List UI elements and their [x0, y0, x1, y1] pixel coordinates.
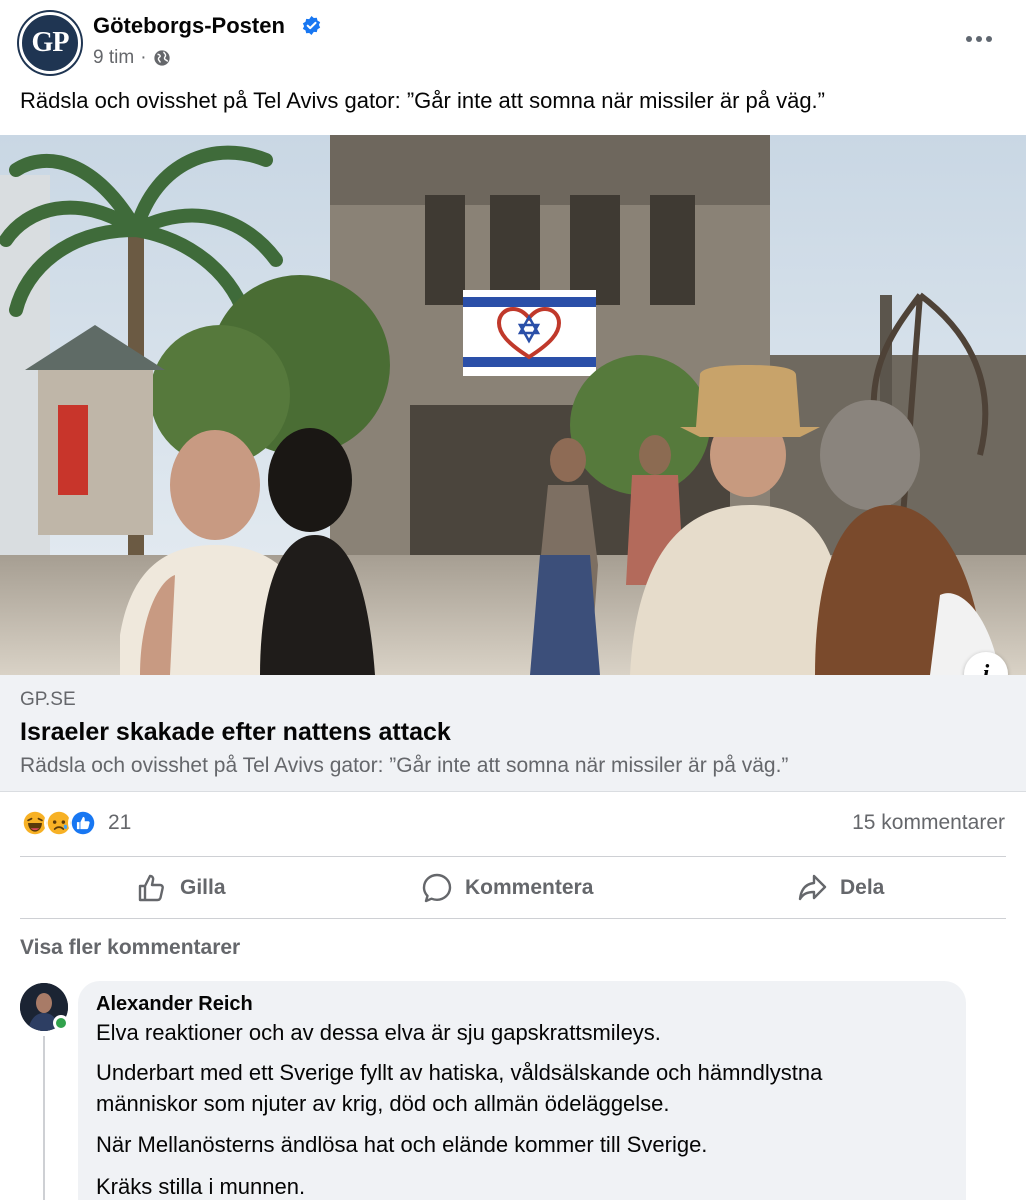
share-button[interactable]: Dela [796, 870, 884, 906]
like-button[interactable]: Gilla [136, 870, 226, 906]
link-description: Rädsla och ovisshet på Tel Avivs gator: … [20, 754, 789, 777]
divider [20, 856, 1006, 857]
post-header: GP Göteborgs-Posten 9 tim · [0, 0, 1026, 86]
comment-text-line: Elva reaktioner och av dessa elva är sju… [96, 1020, 661, 1045]
like-label: Gilla [180, 876, 226, 899]
verified-badge-icon [302, 16, 321, 35]
divider [20, 918, 1006, 919]
share-icon [798, 874, 827, 901]
post-text: Rädsla och ovisshet på Tel Avivs gator: … [20, 88, 825, 113]
comment-button[interactable]: Kommentera [421, 870, 593, 906]
dot-icon [986, 36, 992, 42]
page-avatar[interactable]: GP [19, 12, 81, 74]
link-title[interactable]: Israeler skakade efter nattens attack [20, 718, 451, 747]
comments-count[interactable]: 15 kommentarer [852, 811, 1005, 835]
share-label: Dela [840, 876, 885, 899]
like-icon [68, 808, 98, 838]
link-domain: GP.SE [20, 689, 76, 710]
dot-icon [976, 36, 982, 42]
comment-thread-line [43, 1036, 45, 1200]
page-avatar-text: GP [31, 27, 70, 58]
link-preview[interactable]: GP.SE Israeler skakade efter nattens att… [0, 675, 1026, 792]
dot-icon [966, 36, 972, 42]
more-options-button[interactable] [962, 26, 996, 52]
comment-text-line: När Mellanösterns ändlösa hat och elände… [96, 1132, 708, 1157]
reaction-count: 21 [108, 811, 132, 834]
post-time[interactable]: 9 tim [93, 47, 134, 69]
comment-icon [422, 873, 452, 903]
online-status-indicator [53, 1015, 69, 1031]
reactions-summary[interactable]: 21 [20, 808, 131, 838]
post-meta: 9 tim · [93, 47, 171, 69]
comment-author[interactable]: Alexander Reich [96, 993, 253, 1016]
globe-icon [153, 50, 170, 66]
view-more-comments-link[interactable]: Visa fler kommentarer [20, 936, 240, 960]
thumbs-up-icon [138, 874, 164, 902]
comment-label: Kommentera [465, 876, 594, 899]
comment-text-line: människor som njuter av krig, död och al… [96, 1091, 670, 1116]
page-name[interactable]: Göteborgs-Posten [93, 13, 285, 39]
meta-separator: · [140, 47, 147, 68]
comment-text-line: Kräks stilla i munnen. [96, 1174, 306, 1199]
post-photo[interactable] [0, 135, 1026, 675]
comment-bubble: Alexander Reich Elva reaktioner och av d… [78, 981, 966, 1200]
street-scene-image [0, 135, 1026, 675]
comment-text-line: Underbart med ett Sverige fyllt av hatis… [96, 1060, 823, 1085]
